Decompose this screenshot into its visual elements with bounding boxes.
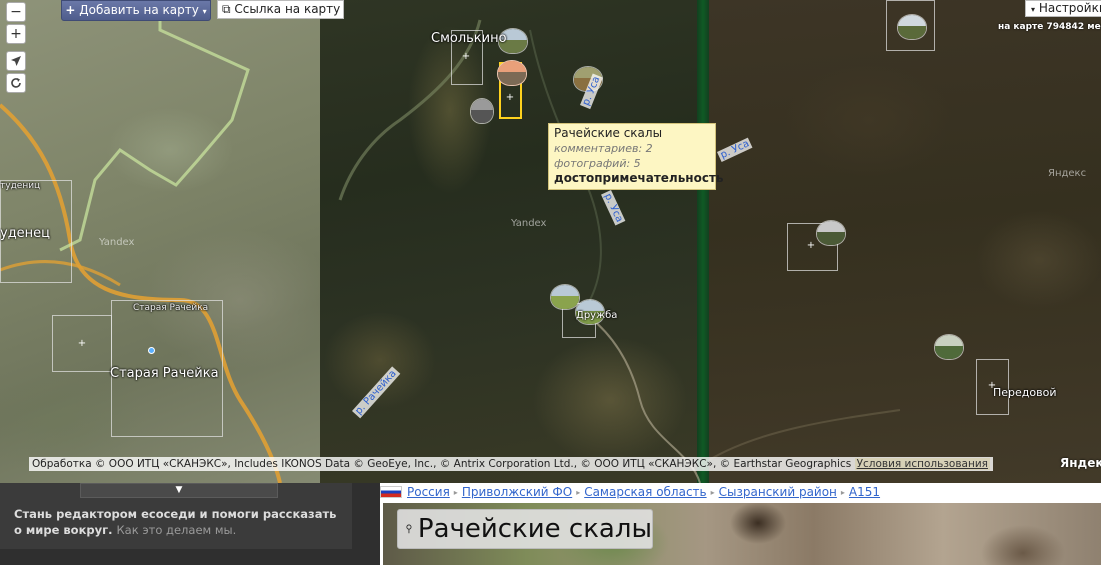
locate-button[interactable] bbox=[6, 51, 26, 71]
yandex-watermark: Яндекс bbox=[1048, 168, 1087, 179]
tooltip-photos: фотографий: 5 bbox=[554, 157, 641, 170]
settings-button[interactable]: ▾ Настройки bbox=[1025, 0, 1101, 17]
breadcrumb: Россия ▸ Приволжский ФО ▸ Самарская обла… bbox=[380, 485, 880, 499]
add-to-map-button[interactable]: + Добавить на карту ▾ bbox=[61, 0, 211, 21]
map-canvas[interactable]: + + + + + Смолькино Дружба Старая Рачейк… bbox=[0, 0, 1101, 483]
external-link-icon: ⧉ bbox=[222, 2, 231, 16]
map-attribution: Обработка © ООО ИТЦ «СКАНЭКС», Includes … bbox=[29, 457, 993, 471]
zoom-out-button[interactable]: − bbox=[6, 2, 26, 22]
russia-flag-icon bbox=[380, 486, 402, 498]
map-link-button[interactable]: ⧉ Ссылка на карту bbox=[217, 0, 344, 19]
tooltip-title: Рачейские скалы bbox=[554, 126, 663, 140]
terms-of-use-link[interactable]: Условия использования bbox=[854, 458, 990, 470]
yandex-logo[interactable]: Яндекс bbox=[1060, 456, 1101, 470]
place-tooltip[interactable]: Рачейские скалы комментариев: 2 фотограф… bbox=[548, 123, 724, 190]
places-count: на карте 794842 места bbox=[998, 22, 1101, 32]
photo-marker[interactable] bbox=[816, 220, 846, 246]
object-center-plus-icon: + bbox=[77, 338, 87, 349]
breadcrumb-item[interactable]: Сызранский район bbox=[719, 485, 837, 499]
refresh-button[interactable] bbox=[6, 73, 26, 93]
zoom-in-button[interactable]: + bbox=[6, 24, 26, 44]
add-to-map-label: Добавить на карту bbox=[79, 3, 199, 17]
yandex-watermark: Yandex bbox=[511, 218, 547, 229]
plus-icon: + bbox=[65, 3, 76, 17]
caret-down-icon: ▾ bbox=[202, 7, 207, 16]
breadcrumb-item[interactable]: Россия bbox=[407, 485, 450, 499]
place-label-smolkino[interactable]: Смолькино bbox=[431, 31, 507, 46]
place-title-bar: Рачейские скалы bbox=[397, 509, 653, 549]
object-center-plus-icon: + bbox=[505, 92, 515, 103]
map-pin-icon bbox=[406, 524, 412, 534]
caret-down-icon: ▾ bbox=[1031, 5, 1036, 14]
place-label-peredovoi[interactable]: Передовой bbox=[993, 386, 1057, 399]
forest-strip bbox=[697, 0, 709, 483]
attribution-text: Обработка © ООО ИТЦ «СКАНЭКС», Includes … bbox=[32, 458, 852, 470]
refresh-icon bbox=[11, 78, 21, 88]
breadcrumb-item[interactable]: А151 bbox=[849, 485, 880, 499]
page-title: Рачейские скалы bbox=[417, 514, 652, 544]
photo-marker[interactable] bbox=[934, 334, 964, 360]
breadcrumb-item[interactable]: Самарская область bbox=[584, 485, 706, 499]
photo-marker[interactable] bbox=[470, 98, 494, 124]
map-link-label: Ссылка на карту bbox=[234, 2, 341, 16]
place-label-druzhba[interactable]: Дружба bbox=[576, 310, 617, 321]
place-label-staraya-racheika-small: Старая Рачейка bbox=[133, 303, 209, 313]
breadcrumb-separator-icon: ▸ bbox=[453, 487, 458, 497]
panel-collapse-button[interactable]: ▼ bbox=[80, 483, 278, 498]
breadcrumb-separator-icon: ▸ bbox=[576, 487, 581, 497]
breadcrumb-separator-icon: ▸ bbox=[710, 487, 715, 497]
place-label-studenets[interactable]: уденец bbox=[0, 226, 50, 241]
settings-label: Настройки bbox=[1038, 1, 1101, 15]
breadcrumb-item[interactable]: Приволжский ФО bbox=[462, 485, 572, 499]
photo-marker-selected[interactable] bbox=[497, 60, 527, 86]
yandex-watermark: Yandex bbox=[99, 237, 135, 248]
promo-how-link[interactable]: Как это делаем мы. bbox=[117, 523, 237, 537]
tooltip-category: достопримечательность bbox=[554, 171, 724, 185]
object-center-plus-icon: + bbox=[806, 240, 816, 251]
tooltip-comments: комментариев: 2 bbox=[554, 142, 653, 155]
place-label-staraya-racheika[interactable]: Старая Рачейка bbox=[110, 366, 219, 381]
object-center-plus-icon: + bbox=[461, 51, 471, 62]
locate-arrow-icon bbox=[11, 56, 21, 66]
photo-marker[interactable] bbox=[897, 14, 927, 40]
place-label-studenets-small: тудениц bbox=[0, 181, 41, 191]
location-dot bbox=[148, 347, 155, 354]
satellite-tile-right bbox=[709, 0, 1101, 483]
breadcrumb-separator-icon: ▸ bbox=[840, 487, 845, 497]
promo-text: Стань редактором есоседи и помоги расска… bbox=[14, 506, 344, 538]
